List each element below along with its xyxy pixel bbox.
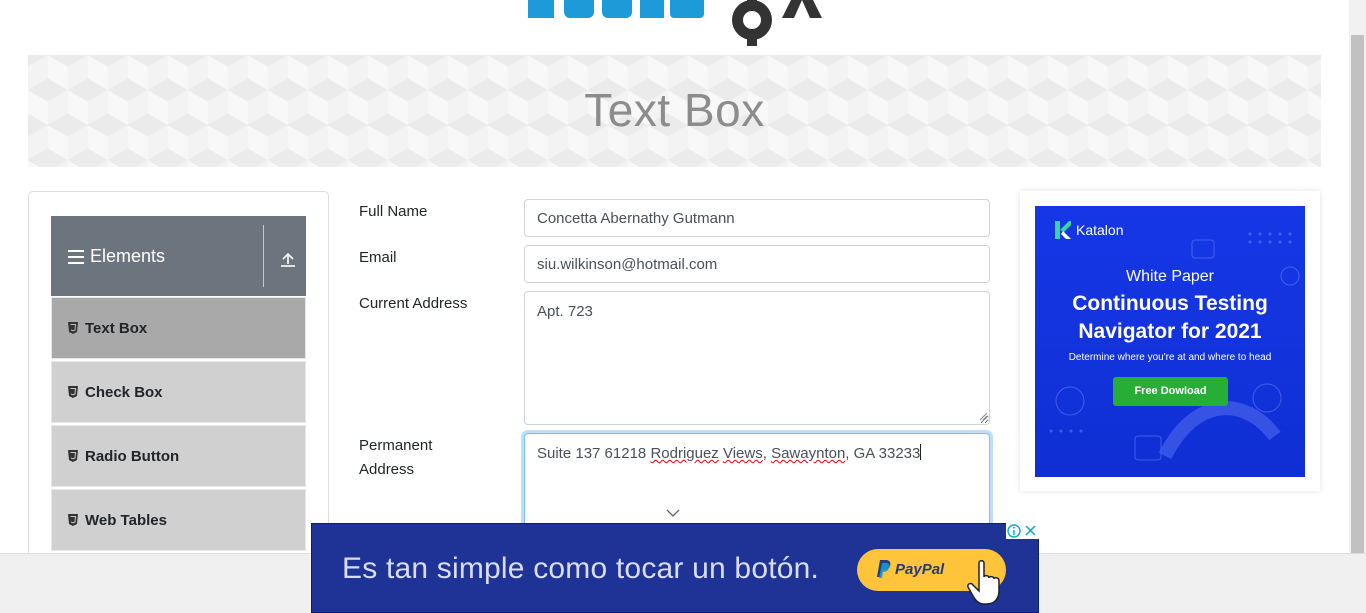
email-input[interactable] [524, 245, 990, 283]
katalon-brand-name: Katalon [1076, 222, 1124, 238]
hamburger-icon [68, 250, 84, 264]
current-address-textarea[interactable]: Apt. 723 [524, 291, 990, 425]
html5-icon [68, 514, 78, 526]
page-banner: Text Box [28, 55, 1321, 167]
sidebar-item-check-box[interactable]: Check Box [51, 361, 306, 423]
hand-pointer-icon [967, 560, 1000, 605]
paypal-logo-icon [877, 560, 891, 578]
permanent-address-text: Suite 137 61218 Rodriguez Views, Sawaynt… [537, 444, 922, 462]
email-label: Email [359, 249, 397, 266]
ad-headline-line2: Navigator for 2021 [1078, 320, 1262, 343]
full-name-label: Full Name [359, 203, 428, 220]
ad-headline-line1: Continuous Testing [1072, 292, 1268, 315]
ad-close-icon[interactable] [1022, 523, 1039, 539]
current-address-label: Current Address [359, 295, 468, 312]
paypal-ad[interactable]: Es tan simple como tocar un botón. PayPa… [311, 523, 1039, 613]
sidebar-group-title: Elements [90, 246, 166, 266]
collapse-up-icon[interactable] [279, 250, 297, 268]
adchoices-icon[interactable] [1006, 523, 1022, 539]
katalon-brand: Katalon [1055, 221, 1123, 239]
sidebar-item-label: Web Tables [85, 512, 167, 529]
text-caret [920, 444, 922, 460]
full-name-input[interactable] [524, 199, 990, 237]
sidebar: Elements Text Box Check Box Radio Button… [28, 191, 329, 571]
page-title: Text Box [584, 84, 765, 136]
toolsqa-logo[interactable] [520, 0, 840, 46]
sidebar-item-web-tables[interactable]: Web Tables [51, 489, 306, 551]
html5-icon [68, 322, 78, 334]
katalon-logo-icon [1055, 221, 1071, 239]
ad-cta-button[interactable]: Free Dowload [1113, 377, 1228, 406]
sidebar-item-text-box[interactable]: Text Box [51, 297, 306, 359]
permanent-address-label-line1: Permanent [359, 437, 433, 454]
sidebar-item-radio-button[interactable]: Radio Button [51, 425, 306, 487]
ad-subtext: Determine where you're at and where to h… [1068, 352, 1272, 363]
sidebar-item-label: Radio Button [85, 448, 180, 465]
sidebar-item-label: Check Box [85, 384, 163, 401]
scrollbar-thumb[interactable] [1351, 35, 1364, 553]
sidebar-item-label: Text Box [85, 320, 148, 337]
current-address-value: Apt. 723 [537, 303, 593, 320]
header-divider [263, 225, 264, 287]
paypal-ad-text: Es tan simple como tocar un botón. [342, 552, 820, 585]
ad-kicker: White Paper [1125, 268, 1215, 285]
chevron-down-icon [666, 509, 680, 517]
html5-icon [68, 386, 78, 398]
permanent-address-label: Permanent Address [359, 434, 432, 482]
resize-grip-icon[interactable] [978, 411, 988, 421]
html5-icon [68, 450, 78, 462]
katalon-ad[interactable]: Katalon White Paper Continuous Testing N… [1035, 206, 1305, 477]
page: Text Box Elements Text Box Check Box Rad… [0, 0, 1366, 613]
paypal-button-label: PayPal [895, 561, 945, 578]
ad-headline: Continuous Testing Navigator for 2021 [1035, 290, 1305, 346]
sidebar-group-elements[interactable]: Elements [51, 216, 306, 296]
permanent-address-label-line2: Address [359, 461, 415, 478]
